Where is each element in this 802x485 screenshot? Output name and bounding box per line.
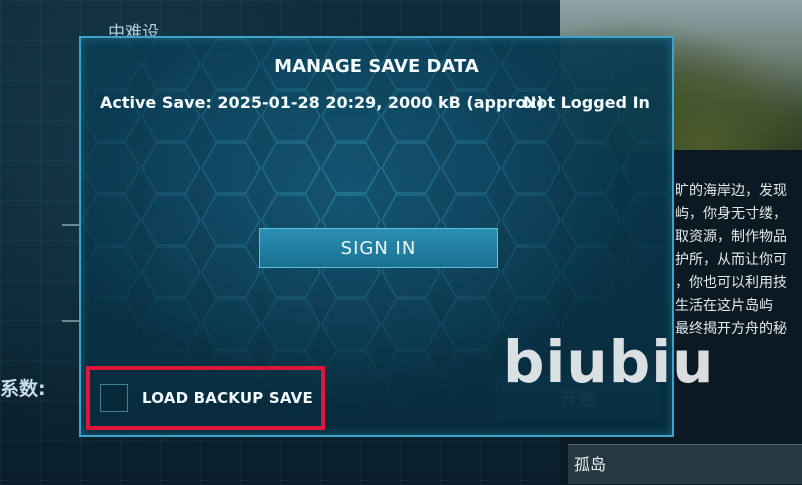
map-description-line: 生活在这片岛屿 [675, 298, 773, 314]
load-backup-label: LOAD BACKUP SAVE [142, 389, 313, 407]
map-description-line: 旷的海岸边，发现 [675, 183, 787, 199]
map-description-line: 取资源，制作物品 [675, 229, 787, 245]
load-backup-checkbox[interactable] [100, 384, 128, 412]
coefficient-label: 系数: [0, 378, 46, 400]
active-save-info: Active Save: 2025-01-28 20:29, 2000 kB (… [100, 93, 544, 112]
sign-in-button[interactable]: SIGN IN [259, 228, 498, 268]
watermark-text: biubiu [503, 328, 715, 396]
login-status: Not Logged In [523, 93, 650, 112]
map-name-field[interactable]: 孤岛 [568, 444, 802, 484]
map-description-line: ，你也可以利用技 [675, 275, 787, 291]
map-description-line: 护所，从而让你可 [675, 252, 787, 268]
slider-tick [62, 224, 80, 226]
map-description: 旷的海岸边，发现 屿，你身无寸缕， 取资源，制作物品 护所，从而让你可 ，你也可… [675, 180, 802, 341]
dialog-title: MANAGE SAVE DATA [274, 56, 479, 77]
map-description-line: 屿，你身无寸缕， [675, 206, 787, 222]
slider-tick [62, 320, 80, 322]
load-backup-row: LOAD BACKUP SAVE [86, 366, 325, 430]
